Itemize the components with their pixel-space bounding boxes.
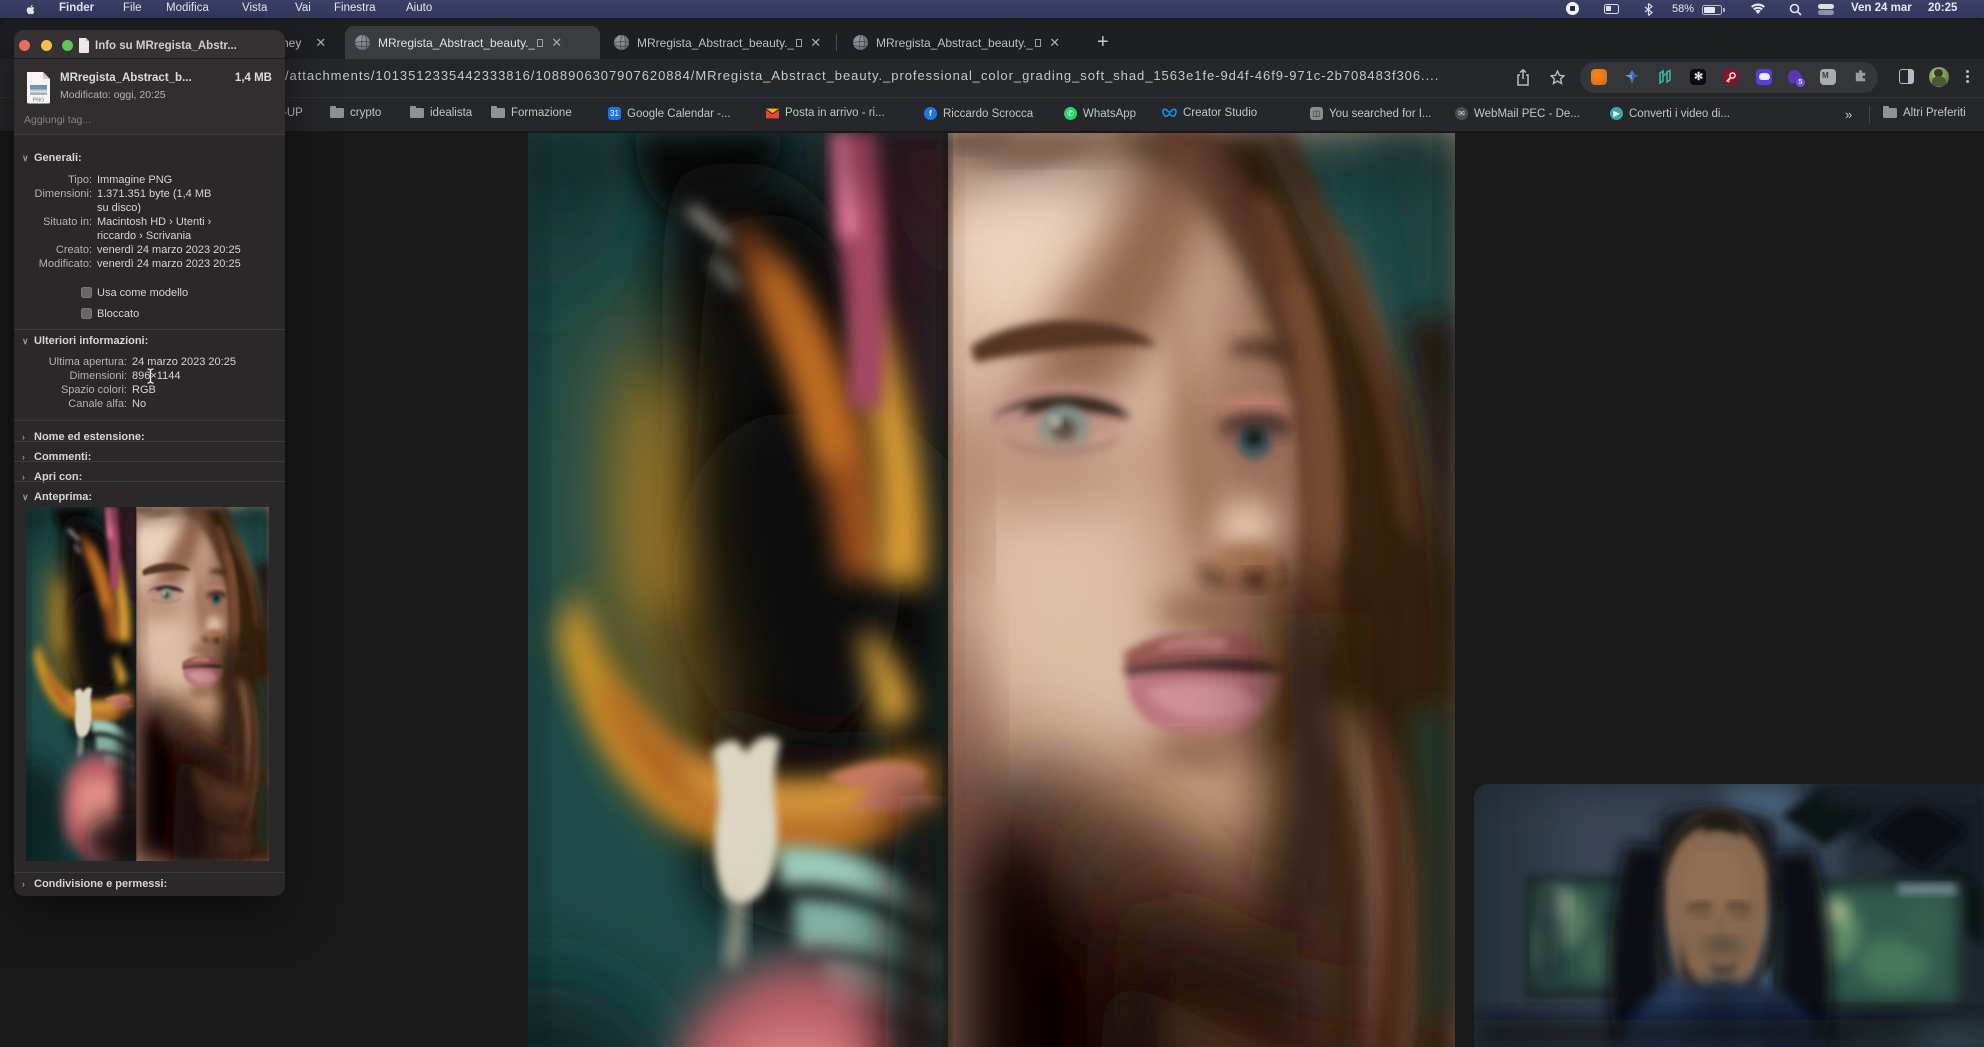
svg-text:PNG: PNG (33, 98, 45, 104)
